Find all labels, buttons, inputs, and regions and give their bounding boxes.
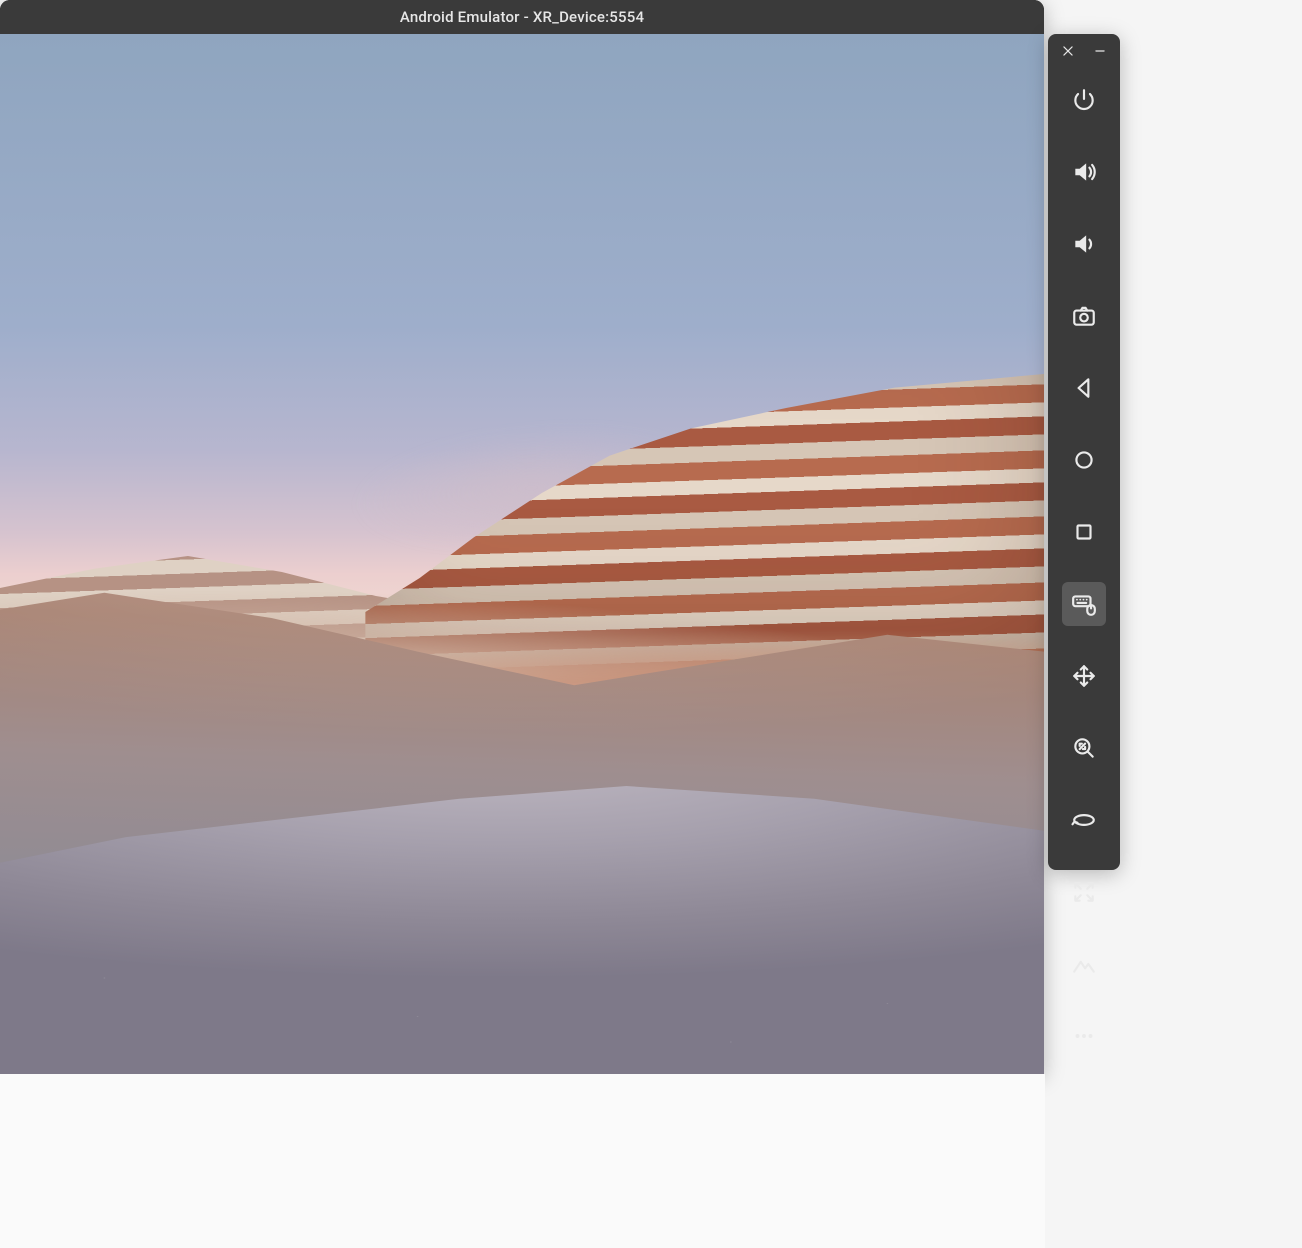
overview-icon bbox=[1071, 519, 1097, 545]
zoom-icon bbox=[1071, 735, 1097, 761]
more-button[interactable] bbox=[1062, 1014, 1106, 1058]
more-icon bbox=[1071, 1023, 1097, 1049]
close-icon bbox=[1061, 44, 1075, 58]
power-button[interactable] bbox=[1062, 78, 1106, 122]
pan-button[interactable] bbox=[1062, 654, 1106, 698]
back-icon bbox=[1071, 375, 1097, 401]
keyboard-mouse-icon bbox=[1071, 591, 1097, 617]
window-titlebar[interactable]: Android Emulator - XR_Device:5554 bbox=[0, 0, 1044, 34]
home-icon bbox=[1071, 447, 1097, 473]
volume-down-icon bbox=[1071, 231, 1097, 257]
power-icon bbox=[1071, 87, 1097, 113]
window-title: Android Emulator - XR_Device:5554 bbox=[400, 8, 644, 26]
below-emulator-area bbox=[0, 1074, 1045, 1248]
home-button[interactable] bbox=[1062, 438, 1106, 482]
input-mode-button[interactable] bbox=[1062, 582, 1106, 626]
toolbar-button-list bbox=[1048, 78, 1120, 1058]
environment-button[interactable] bbox=[1062, 942, 1106, 986]
minimize-icon bbox=[1093, 44, 1107, 58]
zoom-button[interactable] bbox=[1062, 726, 1106, 770]
move-icon bbox=[1071, 663, 1097, 689]
volume-up-button[interactable] bbox=[1062, 150, 1106, 194]
reset-view-button[interactable] bbox=[1062, 870, 1106, 914]
toolbar-top-controls bbox=[1048, 34, 1120, 64]
screenshot-button[interactable] bbox=[1062, 294, 1106, 338]
close-button[interactable] bbox=[1058, 42, 1078, 60]
volume-down-button[interactable] bbox=[1062, 222, 1106, 266]
camera-icon bbox=[1071, 303, 1097, 329]
emulator-viewport[interactable] bbox=[0, 34, 1044, 1074]
rotate-icon bbox=[1071, 807, 1097, 833]
rotate-view-button[interactable] bbox=[1062, 798, 1106, 842]
emulator-toolbar bbox=[1048, 34, 1120, 870]
back-button[interactable] bbox=[1062, 366, 1106, 410]
emulator-window: Android Emulator - XR_Device:5554 bbox=[0, 0, 1044, 1074]
landscape-icon bbox=[1071, 951, 1097, 977]
volume-up-icon bbox=[1071, 159, 1097, 185]
overview-button[interactable] bbox=[1062, 510, 1106, 554]
minimize-button[interactable] bbox=[1090, 42, 1110, 60]
reset-view-icon bbox=[1071, 879, 1097, 905]
